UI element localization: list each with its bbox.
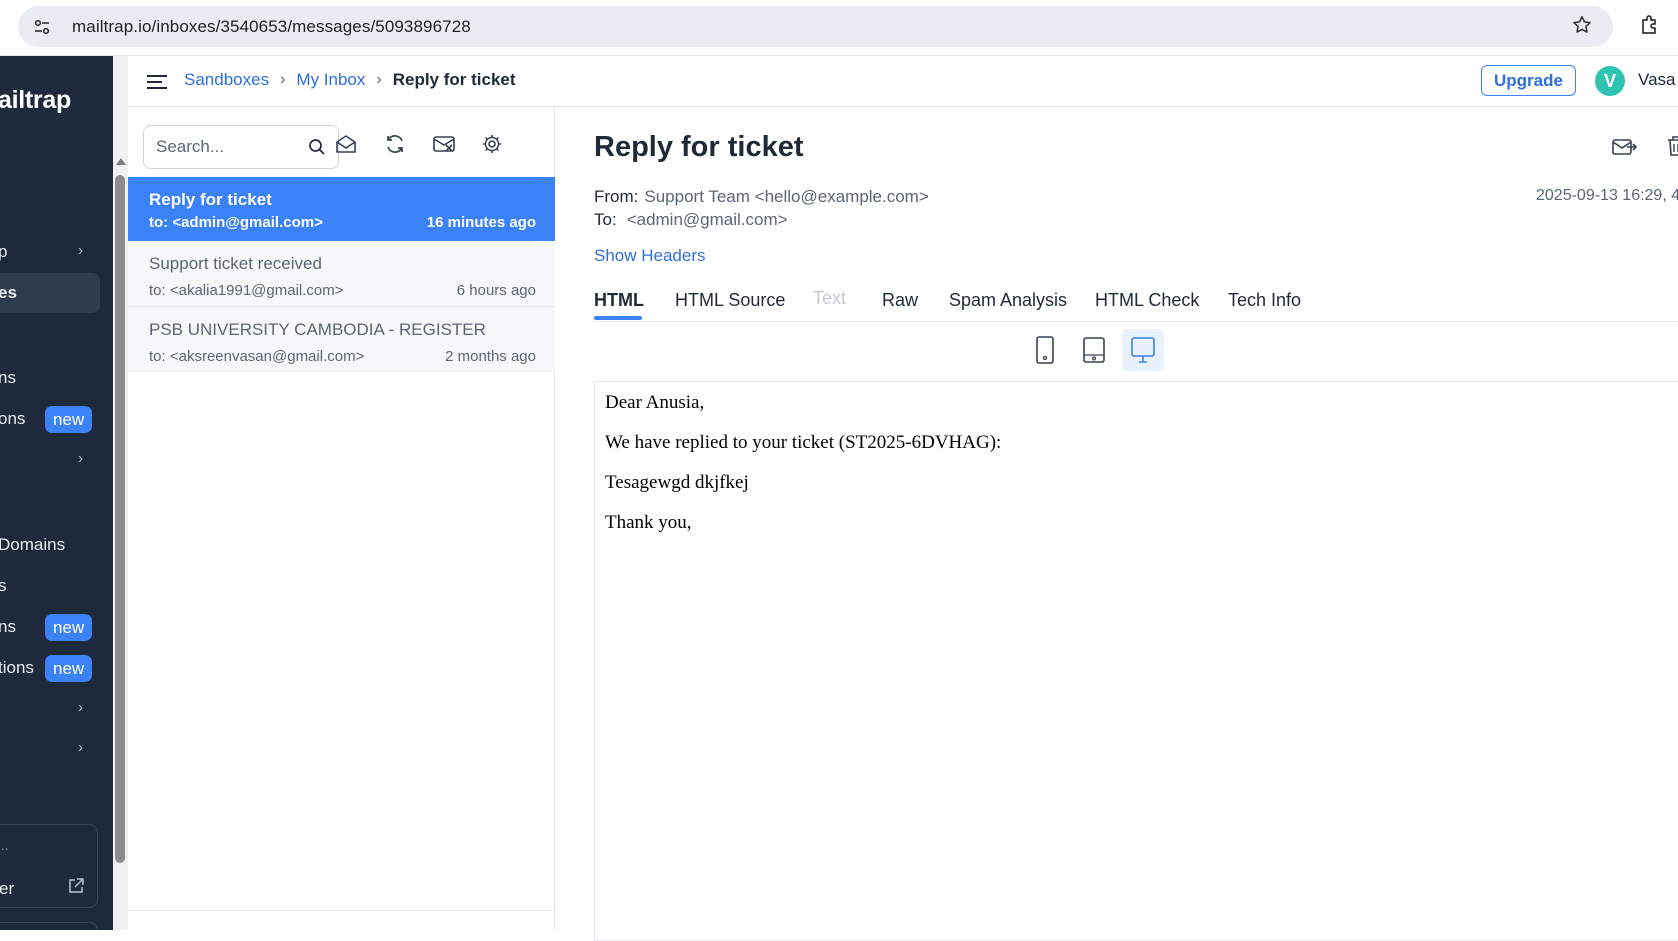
tab-raw[interactable]: Raw: [882, 290, 918, 311]
tablet-view-icon[interactable]: [1073, 329, 1115, 371]
sidebar-item-0[interactable]: p ›: [0, 232, 113, 272]
new-badge: new: [45, 655, 93, 682]
show-headers-link[interactable]: Show Headers: [594, 246, 706, 266]
message-list-panel: Reply for ticket to: <admin@gmail.com> 1…: [128, 107, 555, 930]
message-tabs: HTML HTML Source Text Raw Spam Analysis …: [594, 272, 1678, 322]
chevron-right-icon: ›: [78, 699, 83, 716]
message-list-item[interactable]: PSB UNIVERSITY CAMBODIA - REGISTER to: <…: [128, 307, 555, 372]
active-tab-indicator: [594, 316, 642, 320]
forward-email-icon[interactable]: [1612, 137, 1638, 162]
message-list-item[interactable]: Reply for ticket to: <admin@gmail.com> 1…: [128, 177, 555, 241]
device-preview-switcher: [556, 329, 1678, 375]
html-preview: Dear Anusia, We have replied to your tic…: [594, 381, 1678, 941]
list-footer-divider: [128, 910, 555, 911]
sidebar-item-3[interactable]: ons new: [0, 399, 113, 439]
url-text[interactable]: mailtrap.io/inboxes/3540653/messages/509…: [72, 17, 471, 37]
message-view: Reply for ticket From: Support Team <hell…: [556, 107, 1678, 941]
sidebar-item-sandboxes[interactable]: es: [0, 273, 100, 313]
tab-html-check[interactable]: HTML Check: [1095, 290, 1199, 311]
sidebar-item-2[interactable]: ns: [0, 358, 113, 398]
browser-chrome: mailtrap.io/inboxes/3540653/messages/509…: [0, 0, 1678, 56]
sidebar-scrollbar[interactable]: [113, 56, 128, 930]
sidebar-item-7[interactable]: ns new: [0, 607, 113, 647]
message-list-item[interactable]: Support ticket received to: <akalia1991@…: [128, 241, 555, 307]
tab-text[interactable]: Text: [813, 288, 846, 309]
breadcrumb-separator-icon: ›: [376, 71, 382, 88]
body-line: Thank you,: [605, 512, 692, 533]
breadcrumb-my-inbox[interactable]: My Inbox: [296, 70, 365, 90]
external-link-icon: [67, 877, 85, 900]
tab-html-source[interactable]: HTML Source: [675, 290, 785, 311]
message-subject: Reply for ticket: [594, 131, 804, 163]
search-input[interactable]: [156, 137, 306, 157]
gear-icon[interactable]: [481, 133, 503, 160]
chevron-right-icon: ›: [78, 450, 83, 467]
sidebar-item-6[interactable]: s: [0, 566, 113, 606]
top-app-bar: Sandboxes › My Inbox › Reply for ticket …: [128, 56, 1678, 107]
sidebar-item-4[interactable]: ›: [0, 440, 113, 480]
tab-html[interactable]: HTML: [594, 290, 644, 311]
breadcrumb-sandboxes[interactable]: Sandboxes: [184, 70, 269, 90]
site-settings-icon[interactable]: [28, 13, 56, 41]
refresh-icon[interactable]: [384, 133, 406, 160]
mark-read-envelope-icon[interactable]: [335, 133, 357, 160]
to-value: <admin@gmail.com>: [626, 210, 788, 229]
search-icon[interactable]: [308, 138, 326, 161]
main-sidebar: ailtrap p › es ns ons new › Domains s ns…: [0, 56, 113, 930]
body-line: We have replied to your ticket (ST2025-6…: [605, 432, 1002, 453]
chevron-right-icon: ›: [78, 739, 83, 756]
sidebar-item-domains[interactable]: Domains: [0, 525, 113, 565]
clear-inbox-icon[interactable]: [432, 133, 456, 160]
search-box[interactable]: [143, 125, 339, 169]
body-line: Dear Anusia,: [605, 392, 705, 413]
upgrade-button[interactable]: Upgrade: [1481, 65, 1576, 96]
trash-icon[interactable]: [1666, 135, 1678, 162]
breadcrumb-separator-icon: ›: [280, 71, 286, 88]
chevron-right-icon: ›: [78, 242, 83, 259]
body-line: Tesagewgd dkjfkej: [605, 472, 749, 493]
hamburger-menu-icon[interactable]: [147, 74, 167, 95]
new-badge: new: [45, 614, 93, 641]
desktop-view-icon[interactable]: [1122, 329, 1164, 371]
tab-tech-info[interactable]: Tech Info: [1228, 290, 1301, 311]
mailtrap-logo[interactable]: ailtrap: [0, 86, 71, 115]
sidebar-card-secondary[interactable]: [0, 922, 98, 930]
from-line: From: Support Team <hello@example.com>: [594, 187, 929, 206]
new-badge: new: [45, 406, 93, 433]
user-name[interactable]: Vasa: [1638, 70, 1676, 90]
mobile-view-icon[interactable]: [1024, 329, 1066, 371]
to-line: To: <admin@gmail.com>: [594, 210, 788, 229]
sidebar-item-8[interactable]: tions new: [0, 648, 113, 688]
sidebar-item-9[interactable]: ›: [0, 689, 113, 729]
bookmark-star-icon[interactable]: [1571, 14, 1593, 41]
breadcrumb-current: Reply for ticket: [392, 70, 516, 89]
scrollbar-thumb[interactable]: [115, 175, 125, 863]
sidebar-item-10[interactable]: ›: [0, 729, 113, 769]
sidebar-promo-card[interactable]: ... er: [0, 824, 98, 908]
avatar[interactable]: V: [1595, 66, 1625, 96]
breadcrumb: Sandboxes › My Inbox › Reply for ticket: [184, 70, 516, 90]
message-date: 2025-09-13 16:29, 4: [1536, 187, 1678, 204]
tab-spam-analysis[interactable]: Spam Analysis: [949, 290, 1067, 311]
from-value: Support Team <hello@example.com>: [644, 187, 929, 206]
scroll-up-arrow-icon[interactable]: [116, 158, 126, 165]
address-bar[interactable]: mailtrap.io/inboxes/3540653/messages/509…: [18, 6, 1613, 47]
extensions-puzzle-icon[interactable]: [1638, 13, 1662, 42]
